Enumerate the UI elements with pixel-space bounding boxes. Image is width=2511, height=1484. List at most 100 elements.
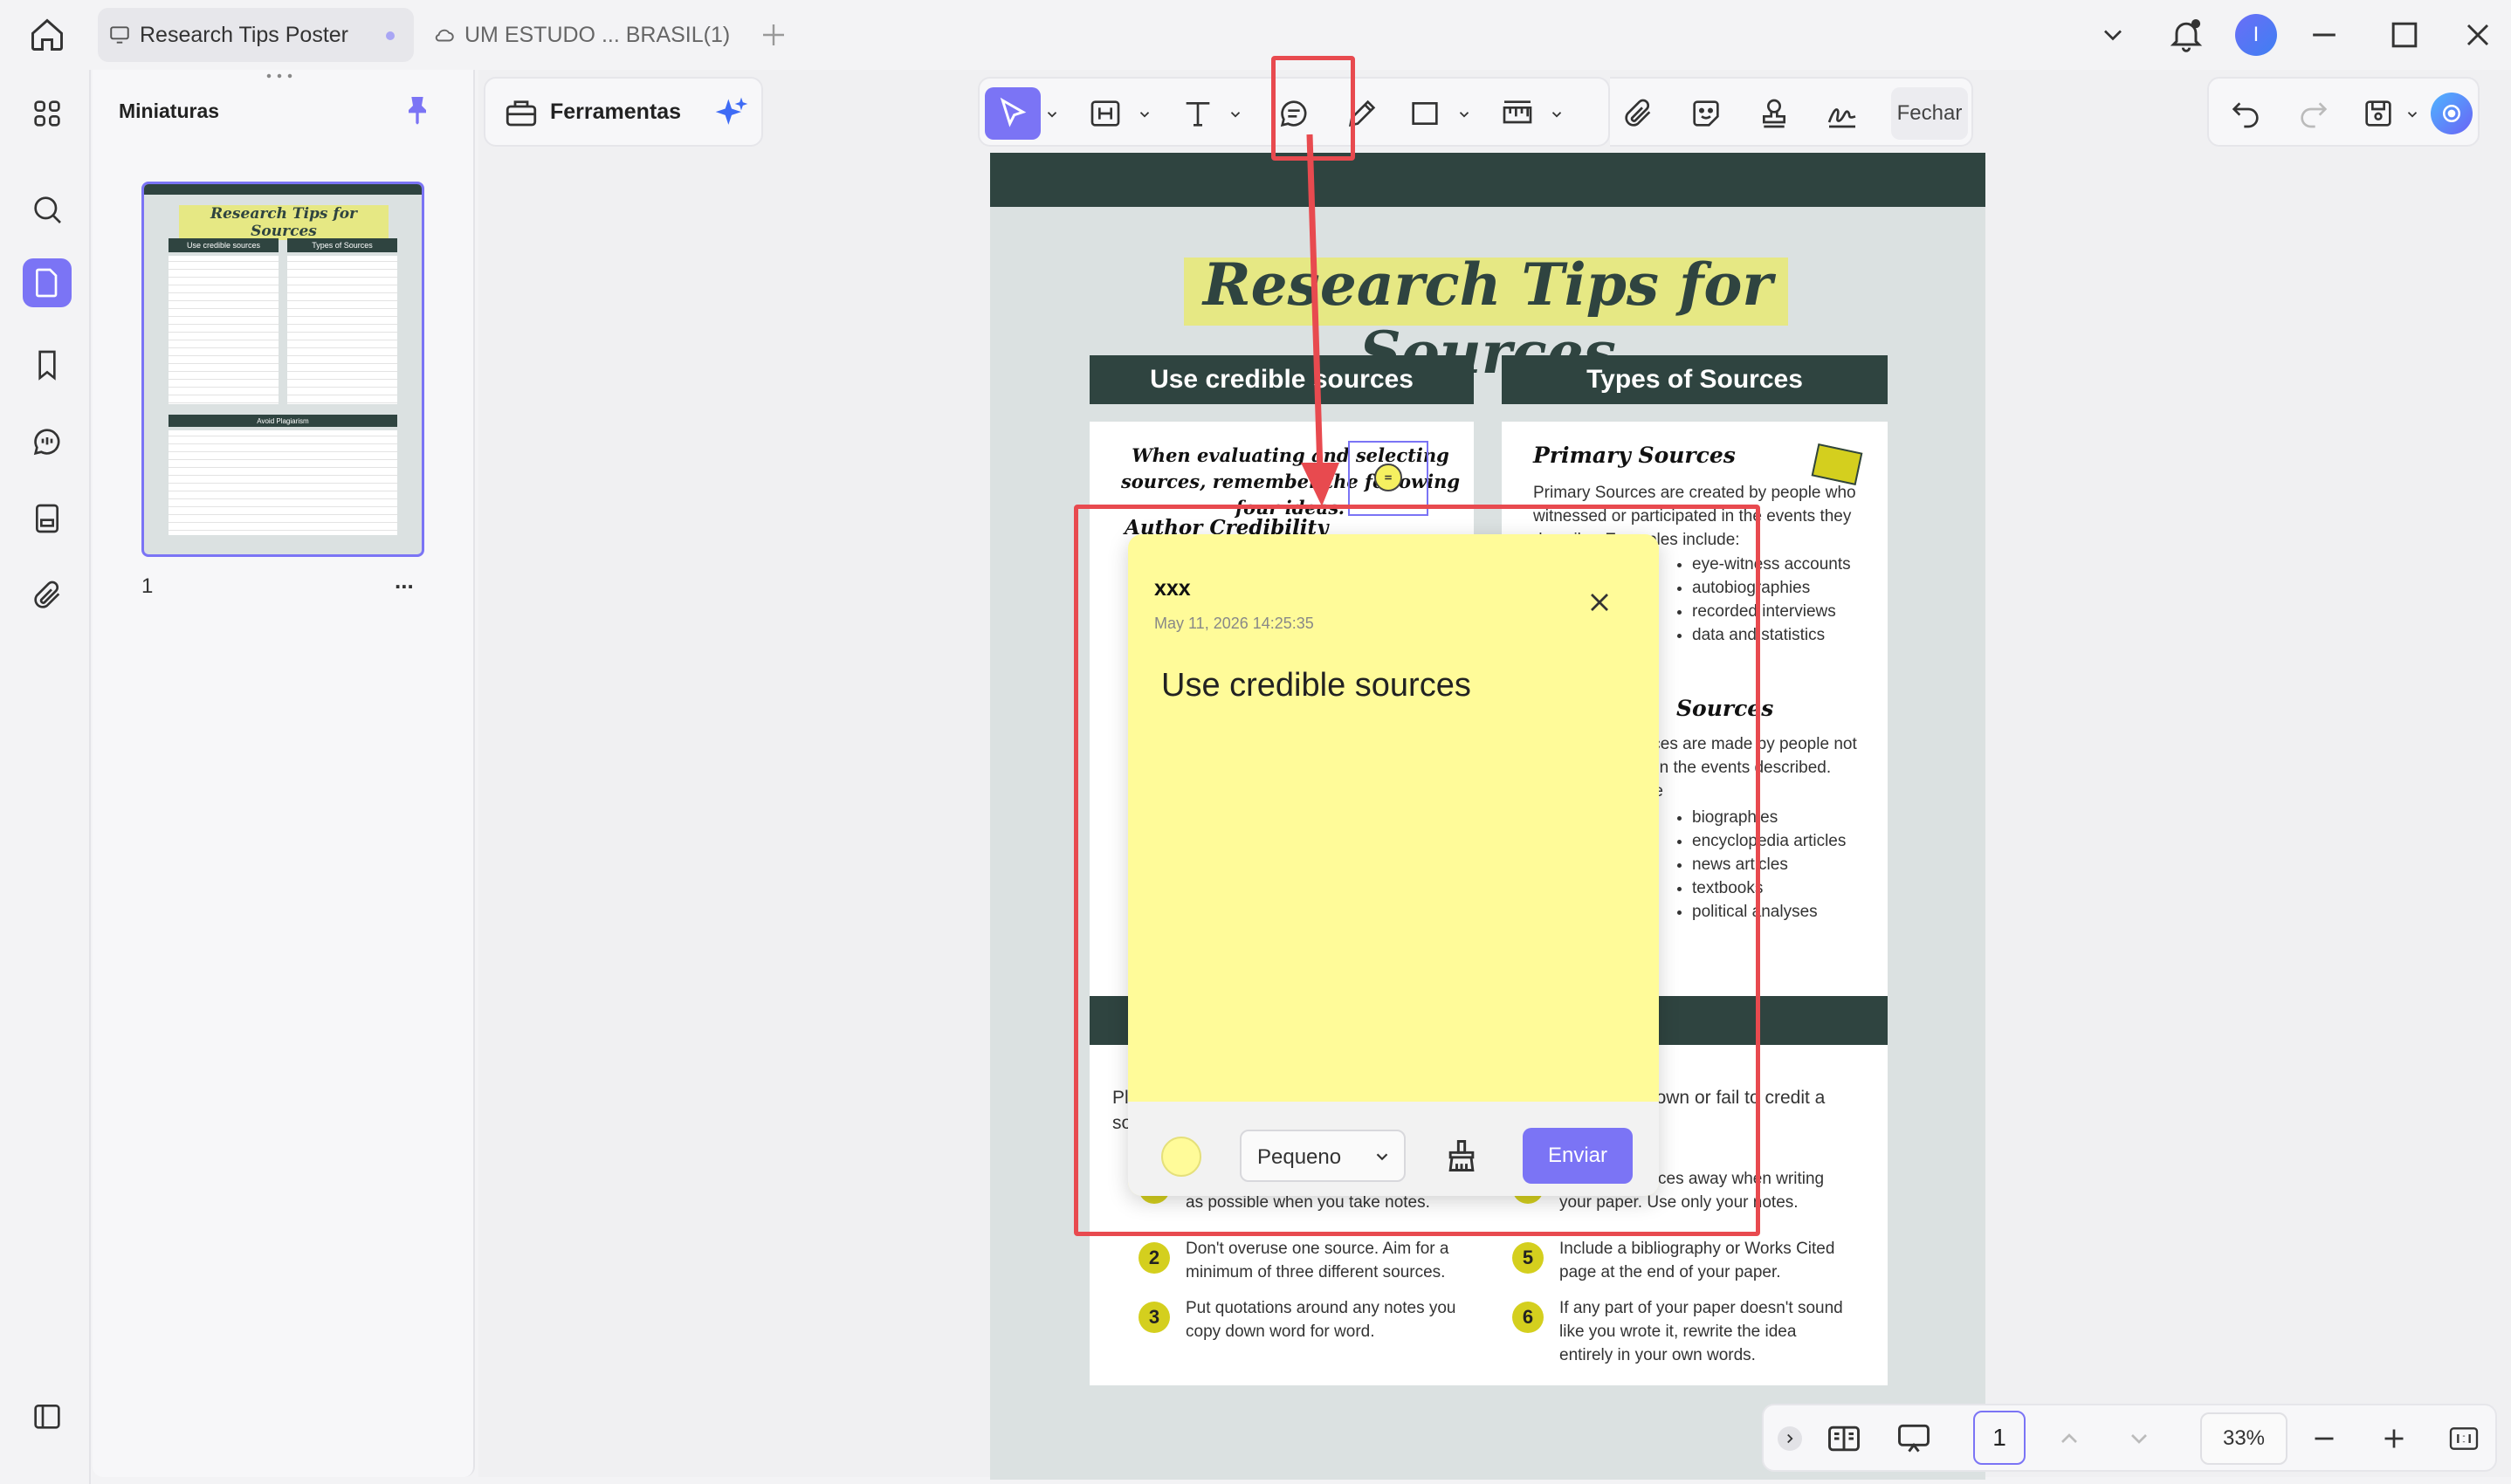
tip-text: Include a bibliography or Works Cited pa… — [1559, 1240, 1835, 1281]
sticky-note-graphic — [1811, 443, 1863, 485]
select-tool-button[interactable] — [985, 87, 1041, 140]
pages-button[interactable] — [23, 258, 72, 307]
measure-tool-icon[interactable] — [1496, 93, 1538, 134]
thumbnail-page-number: 1 — [141, 574, 154, 598]
note-marker-icon[interactable] — [1374, 464, 1402, 491]
reading-mode-icon[interactable] — [1825, 1419, 1863, 1458]
tip-text: Don't overuse one source. Aim for a mini… — [1186, 1240, 1449, 1281]
chevron-down-icon[interactable] — [2097, 19, 2129, 51]
thumb-bottom-header: Avoid Plagiarism — [169, 415, 397, 427]
thumb-right-card — [287, 256, 397, 404]
highlight-tool-icon[interactable] — [1084, 93, 1126, 134]
tab-research-tips-poster[interactable]: Research Tips Poster — [98, 8, 414, 62]
primary-heading: Primary Sources — [1533, 443, 1736, 468]
forms-button[interactable] — [23, 494, 72, 543]
tab-label: Research Tips Poster — [140, 22, 348, 47]
bottom-bar: 1 33% — [1762, 1404, 2497, 1472]
apps-grid-button[interactable] — [23, 89, 72, 138]
title-bar: Research Tips Poster UM ESTUDO ... BRASI… — [0, 0, 2511, 70]
previous-page-icon[interactable] — [2055, 1425, 2083, 1453]
chevron-down-icon[interactable] — [2404, 106, 2420, 122]
tab-label: UM ESTUDO ... BRASIL(1) — [464, 22, 731, 47]
zoom-in-icon[interactable] — [2378, 1423, 2410, 1454]
thumb-right-header: Types of Sources — [287, 238, 397, 252]
drag-handle[interactable] — [264, 73, 295, 79]
thumb-left-header: Use credible sources — [169, 238, 279, 252]
unsaved-dot — [386, 31, 395, 40]
save-icon[interactable] — [2357, 93, 2399, 134]
avatar-initial: I — [2253, 23, 2260, 46]
panel-icon — [30, 1398, 65, 1433]
avatar[interactable]: I — [2235, 14, 2277, 56]
tab-um-estudo[interactable]: UM ESTUDO ... BRASIL(1) — [423, 8, 737, 62]
tip-number: 6 — [1512, 1302, 1544, 1333]
paperclip-icon — [30, 578, 65, 613]
home-icon[interactable] — [28, 16, 66, 54]
collapse-button[interactable] — [1778, 1426, 1802, 1451]
chevron-down-icon[interactable] — [1456, 106, 1472, 122]
chevron-down-icon[interactable] — [1044, 106, 1060, 122]
bookmarks-button[interactable] — [23, 340, 72, 389]
undo-icon[interactable] — [2225, 93, 2267, 134]
cloud-icon — [433, 24, 456, 46]
assistant-icon — [2439, 100, 2465, 127]
left-rail — [0, 70, 91, 1484]
thumbnail-more-button[interactable]: ... — [395, 567, 414, 594]
tools-button[interactable]: Ferramentas — [550, 100, 681, 125]
comments-button[interactable] — [23, 417, 72, 466]
page-number-input[interactable]: 1 — [1973, 1411, 2026, 1465]
right-column-header: Types of Sources — [1502, 355, 1888, 404]
stamp-tool-icon[interactable] — [1753, 93, 1795, 134]
pin-icon[interactable] — [400, 93, 435, 127]
attachments-button[interactable] — [23, 571, 72, 620]
minimize-icon[interactable] — [2305, 16, 2343, 54]
ai-sparkle-icon[interactable] — [712, 94, 751, 133]
tip-number: 5 — [1512, 1242, 1544, 1274]
form-icon — [30, 501, 65, 536]
thumb-bottom-card — [169, 430, 397, 535]
attachment-tool-icon[interactable] — [1617, 93, 1659, 134]
toolbox-icon — [503, 94, 540, 131]
zoom-level[interactable]: 33% — [2200, 1412, 2287, 1465]
history-toolbar — [2207, 77, 2480, 147]
close-toolbar-button[interactable]: Fechar — [1891, 87, 1968, 140]
tools-group: Ferramentas — [484, 77, 763, 147]
next-page-icon[interactable] — [2125, 1425, 2153, 1453]
chevron-down-icon[interactable] — [1137, 106, 1152, 122]
tip-number: 3 — [1139, 1302, 1170, 1333]
presentation-icon[interactable] — [1895, 1419, 1933, 1458]
search-button[interactable] — [23, 185, 72, 234]
sticker-tool-icon[interactable] — [1685, 93, 1727, 134]
redo-icon[interactable] — [2293, 93, 2335, 134]
annotation-arrow — [1301, 134, 1339, 506]
bell-icon[interactable] — [2167, 16, 2205, 54]
close-window-icon[interactable] — [2459, 16, 2497, 54]
thumb-left-card — [169, 256, 279, 404]
annotation-toolbar-right: Fechar — [1610, 77, 1973, 147]
bookmark-icon — [30, 347, 65, 382]
ai-assistant-button[interactable] — [2431, 93, 2473, 134]
comment-icon — [30, 424, 65, 459]
rectangle-tool-icon[interactable] — [1404, 93, 1446, 134]
thumbnails-panel: Miniaturas Research Tips for Sources Use… — [93, 70, 475, 1477]
poster-top-bar — [990, 153, 1985, 207]
text-tool-icon[interactable] — [1177, 93, 1219, 134]
settings-button[interactable] — [23, 1391, 72, 1440]
thumb-topbar — [144, 184, 422, 195]
actual-size-icon[interactable] — [2446, 1421, 2481, 1456]
tip-text: Put quotations around any notes you copy… — [1186, 1299, 1456, 1341]
chevron-down-icon[interactable] — [1228, 106, 1243, 122]
panel-title: Miniaturas — [119, 100, 220, 122]
tip-text: If any part of your paper doesn't sound … — [1559, 1299, 1843, 1364]
maximize-icon[interactable] — [2385, 16, 2424, 54]
new-tab-icon[interactable] — [758, 19, 789, 51]
search-icon — [30, 192, 65, 227]
grid-icon — [30, 96, 65, 131]
tip-number: 2 — [1139, 1242, 1170, 1274]
monitor-icon — [108, 24, 131, 46]
chevron-down-icon[interactable] — [1549, 106, 1565, 122]
zoom-out-icon[interactable] — [2308, 1423, 2340, 1454]
signature-tool-icon[interactable] — [1821, 93, 1863, 134]
page-icon — [30, 265, 65, 300]
page-thumbnail[interactable]: Research Tips for Sources Use credible s… — [141, 182, 424, 557]
